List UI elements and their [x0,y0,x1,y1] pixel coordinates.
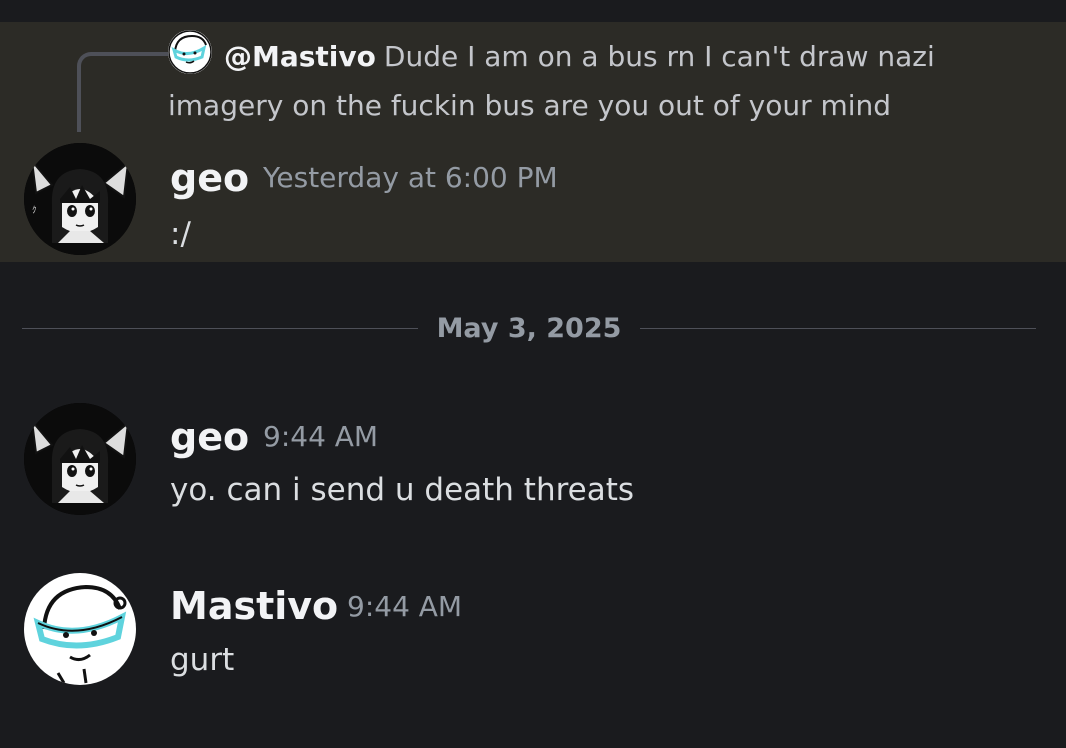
avatar-geo[interactable]: ｸ [24,143,136,255]
message-author[interactable]: geo [170,156,249,200]
message-timestamp[interactable]: 9:44 AM [263,415,378,459]
message-content: :/ [170,216,191,252]
message-timestamp[interactable]: Yesterday at 6:00 PM [263,156,558,200]
date-divider: May 3, 2025 [436,313,622,344]
message-content: yo. can i send u death threats [170,472,635,508]
message-content: gurt [170,642,235,678]
message-author[interactable]: Mastivo [170,584,338,628]
date-divider-line-right [640,328,1036,329]
reply-preview[interactable]: @Mastivo Dude I am on a bus rn I can't dr… [168,32,1028,130]
reply-author[interactable]: @Mastivo [224,40,376,73]
date-divider-line-left [22,328,418,329]
avatar-mastivo[interactable] [24,573,136,685]
message-author[interactable]: geo [170,415,249,459]
message-timestamp[interactable]: 9:44 AM [347,585,462,629]
avatar-geo[interactable] [24,403,136,515]
reply-connector-line [77,52,169,132]
svg-text:ｸ: ｸ [32,205,37,216]
